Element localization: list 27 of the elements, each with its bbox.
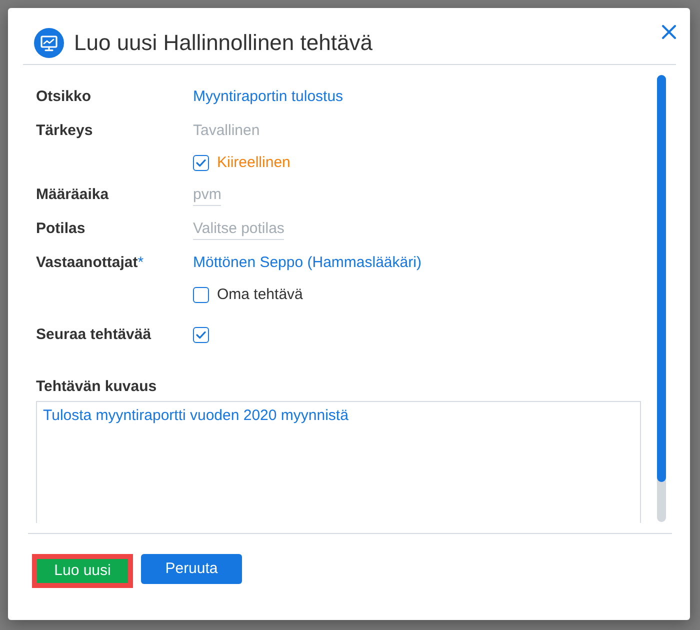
value-link[interactable]: Möttönen Seppo (Hammaslääkäri) — [193, 253, 422, 273]
value-link[interactable]: Myyntiraportin tulostus — [193, 87, 344, 107]
field-label: Vastaanottajat — [36, 253, 138, 273]
field-value: Tavallinen — [193, 121, 260, 141]
required-mark: * — [138, 253, 144, 273]
close-icon — [662, 25, 676, 39]
description-field[interactable]: Tulosta myyntiraportti vuoden 2020 myynnistä — [36, 401, 641, 523]
input-field[interactable]: pvm — [193, 184, 222, 206]
dialog-title: Luo uusi Hallinnollinen tehtävä — [74, 29, 372, 57]
checkbox-label[interactable]: Oma tehtävä — [217, 285, 303, 305]
checkbox[interactable] — [193, 287, 209, 303]
checkbox-label[interactable]: Kiireellinen — [217, 153, 290, 173]
description-label: Tehtävän kuvaus — [36, 377, 157, 397]
checkbox[interactable] — [193, 155, 209, 171]
cancel-button[interactable]: Peruuta — [141, 554, 242, 584]
check-icon — [196, 331, 206, 339]
input-field[interactable]: Valitse potilas — [193, 218, 284, 240]
check-icon — [196, 159, 206, 167]
checkbox[interactable] — [193, 327, 209, 343]
field-label: Tärkeys — [36, 121, 93, 141]
close-button[interactable] — [662, 25, 676, 39]
create-button[interactable]: Luo uusi — [32, 554, 133, 588]
field-label: Seuraa tehtävää — [36, 325, 152, 345]
monitor-chart-icon — [34, 28, 64, 58]
field-label: Otsikko — [36, 87, 92, 107]
field-label: Määräaika — [36, 185, 109, 205]
field-label: Potilas — [36, 219, 86, 239]
